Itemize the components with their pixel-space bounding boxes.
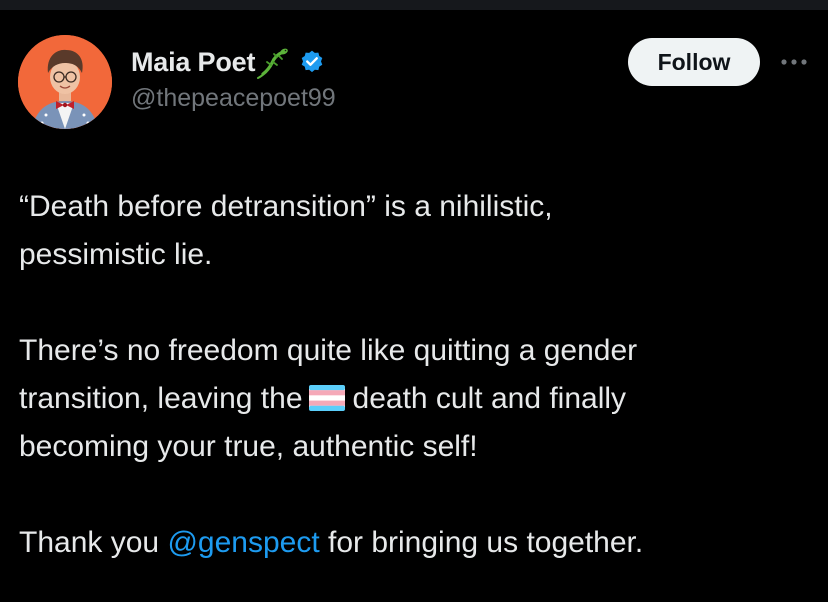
author-name-row[interactable]: Maia Poet: [131, 42, 325, 82]
more-options-icon[interactable]: [776, 47, 812, 77]
follow-button[interactable]: Follow: [628, 38, 760, 86]
author-handle[interactable]: @thepeacepoet99: [131, 84, 336, 113]
display-name[interactable]: Maia Poet: [131, 47, 255, 78]
tweet-line: Thank you @genspect for bringing us toge…: [19, 519, 819, 567]
tweet-line-fragment: for bringing us together.: [328, 526, 644, 559]
verified-badge-icon: [301, 50, 323, 73]
tweet-text: “Death before detransition” is a nihilis…: [19, 183, 819, 567]
tweet-line: There’s no freedom quite like quitting a…: [19, 334, 638, 367]
top-bar: [0, 0, 828, 10]
mention-link[interactable]: @genspect: [167, 526, 319, 559]
tweet-line: “Death before detransition” is a nihilis…: [19, 190, 553, 223]
tweet-line: transition, leaving the death cult and f…: [19, 375, 819, 423]
tweet-line: pessimistic lie.: [19, 238, 213, 271]
tweet-line-fragment: transition, leaving the: [19, 382, 303, 415]
avatar[interactable]: [18, 35, 112, 129]
avatar-image: [18, 35, 112, 129]
tweet-line-fragment: Thank you: [19, 526, 160, 559]
transgender-flag-icon: [308, 385, 345, 411]
tweet-line-fragment: death cult and finally: [352, 382, 627, 415]
lizard-emoji-icon: [257, 48, 289, 79]
tweet-line: becoming your true, authentic self!: [19, 430, 478, 463]
